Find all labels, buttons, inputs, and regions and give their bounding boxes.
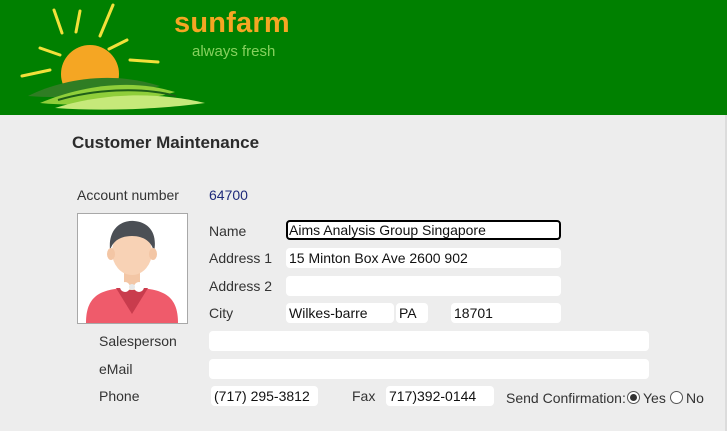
name-label: Name	[209, 223, 247, 239]
city-label: City	[209, 305, 234, 321]
brand-name: sunfarm	[174, 7, 290, 39]
confirm-yes-label[interactable]: Yes	[643, 390, 666, 406]
address1-label: Address 1	[209, 250, 273, 266]
person-avatar-icon	[86, 220, 178, 323]
address2-label: Address 2	[209, 278, 273, 294]
email-label: eMail	[99, 361, 133, 377]
email-field[interactable]	[209, 359, 649, 379]
send-confirmation-label: Send Confirmation:	[506, 390, 626, 406]
fax-field[interactable]	[386, 386, 494, 406]
confirm-no-radio[interactable]	[670, 391, 683, 404]
salesperson-label: Salesperson	[99, 333, 177, 349]
account-number-value: 64700	[209, 187, 248, 203]
confirm-yes-radio[interactable]	[627, 391, 640, 404]
fax-label: Fax	[352, 388, 376, 404]
app-header: sunfarm always fresh	[0, 0, 727, 115]
phone-label: Phone	[99, 388, 140, 404]
account-number-label: Account number	[77, 187, 179, 203]
state-field[interactable]	[396, 303, 428, 323]
page-title: Customer Maintenance	[72, 133, 260, 152]
phone-field[interactable]	[211, 386, 318, 406]
customer-photo	[77, 213, 188, 324]
address1-field[interactable]	[286, 248, 561, 268]
name-field[interactable]	[286, 220, 561, 240]
brand-tagline: always fresh	[192, 43, 276, 60]
address2-field[interactable]	[286, 276, 561, 296]
salesperson-field[interactable]	[209, 331, 649, 351]
confirm-no-label[interactable]: No	[686, 390, 704, 406]
zip-field[interactable]	[451, 303, 561, 323]
city-field[interactable]	[286, 303, 394, 323]
